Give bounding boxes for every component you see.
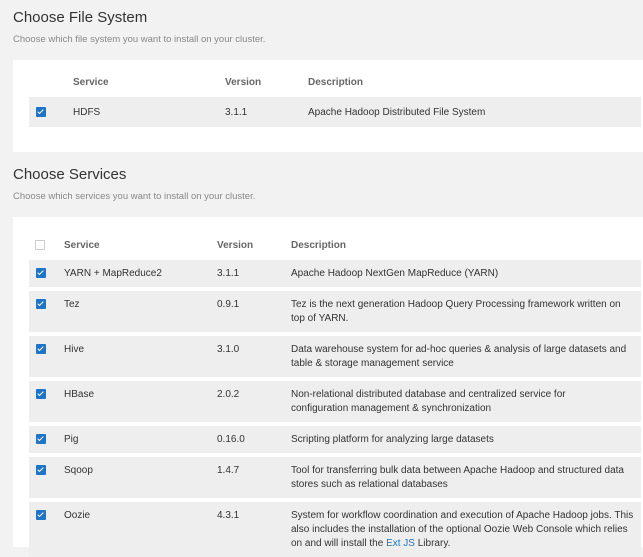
pig-checkbox[interactable] (36, 434, 46, 445)
service-version: 1.4.7 (217, 457, 291, 498)
file-system-title: Choose File System (13, 9, 148, 26)
services-header-row: Service Version Description (29, 234, 641, 256)
service-version: 3.1.1 (217, 260, 291, 287)
svc-header-version: Version (217, 239, 254, 251)
oozie-checkbox[interactable] (36, 510, 46, 521)
service-description: System for workflow coordination and exe… (291, 502, 641, 557)
svc-header-description: Description (291, 239, 347, 251)
service-name: HBase (64, 381, 217, 422)
svc-header-service: Service (64, 239, 100, 251)
table-row[interactable]: Sqoop 1.4.7 Tool for transferring bulk d… (29, 457, 641, 498)
services-subtitle: Choose which services you want to instal… (13, 191, 256, 202)
service-name: Oozie (64, 502, 217, 557)
hbase-checkbox[interactable] (36, 389, 46, 400)
services-title: Choose Services (13, 166, 127, 183)
service-name: YARN + MapReduce2 (64, 260, 217, 287)
service-version: 2.0.2 (217, 381, 291, 422)
table-row[interactable]: Pig 0.16.0 Scripting platform for analyz… (29, 426, 641, 453)
service-version: 3.1.0 (217, 336, 291, 377)
service-version: 4.3.1 (217, 502, 291, 557)
hive-checkbox[interactable] (36, 344, 46, 355)
service-version: 3.1.1 (225, 97, 308, 127)
table-row[interactable]: HBase 2.0.2 Non-relational distributed d… (29, 381, 641, 422)
service-name: Sqoop (64, 457, 217, 498)
service-description: Non-relational distributed database and … (291, 381, 641, 422)
service-description: Data warehouse system for ad-hoc queries… (291, 336, 641, 377)
table-row[interactable]: YARN + MapReduce2 3.1.1 Apache Hadoop Ne… (29, 260, 641, 287)
table-row[interactable]: Tez 0.9.1 Tez is the next generation Had… (29, 291, 641, 332)
ext-js-link[interactable]: Ext JS (386, 538, 415, 549)
fs-header-version: Version (225, 76, 262, 88)
file-system-panel: Service Version Description HDFS 3.1.1 A… (13, 60, 643, 152)
services-panel: Service Version Description YARN + MapRe… (13, 217, 643, 557)
hdfs-checkbox[interactable] (36, 106, 46, 117)
service-description: Apache Hadoop Distributed File System (308, 97, 641, 127)
service-version: 0.16.0 (217, 426, 291, 453)
table-row[interactable]: Hive 3.1.0 Data warehouse system for ad-… (29, 336, 641, 377)
service-description: Scripting platform for analyzing large d… (291, 426, 641, 453)
service-description: Tool for transferring bulk data between … (291, 457, 641, 498)
sqoop-checkbox[interactable] (36, 465, 46, 476)
table-row[interactable]: Oozie 4.3.1 System for workflow coordina… (29, 502, 641, 557)
service-name: HDFS (73, 97, 225, 127)
service-name: Pig (64, 426, 217, 453)
service-name: Tez (64, 291, 217, 332)
service-description: Apache Hadoop NextGen MapReduce (YARN) (291, 260, 641, 287)
select-all-checkbox[interactable] (35, 239, 45, 250)
file-system-subtitle: Choose which file system you want to ins… (13, 34, 266, 45)
fs-header-service: Service (73, 76, 109, 88)
service-description: Tez is the next generation Hadoop Query … (291, 291, 641, 332)
tez-checkbox[interactable] (36, 299, 46, 310)
services-table: Service Version Description YARN + MapRe… (29, 234, 641, 557)
file-system-header-row: Service Version Description (29, 71, 641, 93)
yarn-checkbox[interactable] (36, 268, 46, 279)
table-row[interactable]: HDFS 3.1.1 Apache Hadoop Distributed Fil… (29, 97, 641, 127)
service-version: 0.9.1 (217, 291, 291, 332)
service-name: Hive (64, 336, 217, 377)
fs-header-description: Description (308, 76, 364, 88)
file-system-table: Service Version Description HDFS 3.1.1 A… (29, 71, 641, 127)
